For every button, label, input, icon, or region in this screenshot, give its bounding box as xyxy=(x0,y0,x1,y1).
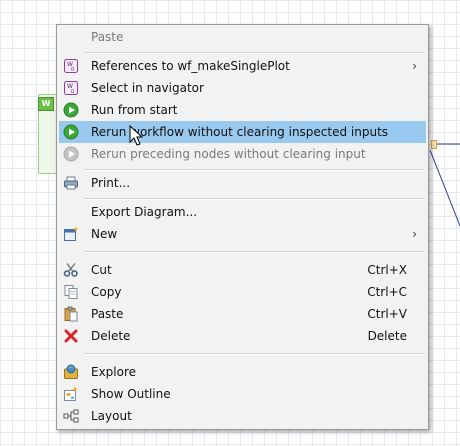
menu-item-label: Run from start xyxy=(91,103,178,117)
menu-separator xyxy=(85,198,424,200)
menu-separator xyxy=(85,251,424,253)
shortcut-label: Delete xyxy=(367,329,407,343)
menu-item-rerun-workflow[interactable]: Rerun workflow without clearing inspecte… xyxy=(59,121,426,143)
submenu-arrow-icon: › xyxy=(412,227,417,241)
menu-item-label: Cut xyxy=(91,263,112,277)
menu-item-copy[interactable]: Copy Ctrl+C xyxy=(59,281,426,303)
play-icon xyxy=(63,102,79,118)
scissors-icon xyxy=(63,263,78,277)
layout-icon xyxy=(63,409,79,423)
delete-x-icon xyxy=(64,329,78,343)
menu-item-run-from-start[interactable]: Run from start xyxy=(59,99,426,121)
svg-text:0: 0 xyxy=(71,89,74,95)
menu-item-label: References to wf_makeSinglePlot xyxy=(91,59,290,73)
menu-item-paste-top[interactable]: Paste xyxy=(59,26,426,48)
shortcut-label: Ctrl+V xyxy=(367,307,407,321)
shortcut-label: Ctrl+X xyxy=(367,263,407,277)
menu-item-new[interactable]: New › xyxy=(59,223,426,245)
menu-item-cut[interactable]: Cut Ctrl+X xyxy=(59,259,426,281)
explore-icon xyxy=(64,364,78,379)
new-element-icon xyxy=(64,226,79,241)
printer-icon xyxy=(64,176,78,190)
menu-item-paste[interactable]: Paste Ctrl+V xyxy=(59,303,426,325)
menu-item-label: Print... xyxy=(91,176,131,190)
menu-item-print[interactable]: Print... xyxy=(59,172,426,194)
clipboard-icon xyxy=(64,306,78,322)
menu-item-label: New xyxy=(91,227,118,241)
submenu-arrow-icon: › xyxy=(412,59,417,73)
menu-item-label: Show Outline xyxy=(91,387,171,401)
play-disabled-icon xyxy=(63,146,79,162)
menu-item-explore[interactable]: Explore xyxy=(59,361,426,383)
menu-item-export-diagram[interactable]: Export Diagram... xyxy=(59,201,426,223)
menu-item-label: Export Diagram... xyxy=(91,205,198,219)
menu-item-layout[interactable]: Layout xyxy=(59,405,426,427)
node-output-port[interactable] xyxy=(431,140,437,149)
menu-item-label: Layout xyxy=(91,409,132,423)
menu-item-label: Explore xyxy=(91,365,137,379)
menu-item-delete[interactable]: Delete Delete xyxy=(59,325,426,347)
menu-separator xyxy=(85,52,424,54)
workflow-reference-icon: W 0 xyxy=(64,81,78,95)
workflow-node-icon: W xyxy=(38,97,54,111)
menu-separator xyxy=(85,169,424,171)
menu-item-label: Select in navigator xyxy=(91,81,204,95)
workflow-reference-icon: W 0 xyxy=(64,59,78,73)
menu-item-label: Delete xyxy=(91,329,131,343)
context-menu: Paste W 0 References to wf_makeSinglePlo… xyxy=(56,24,429,430)
menu-separator xyxy=(85,353,424,355)
copy-icon xyxy=(64,285,78,299)
menu-item-label: Paste xyxy=(91,30,124,44)
menu-item-show-outline[interactable]: Show Outline xyxy=(59,383,426,405)
outline-icon xyxy=(64,386,78,401)
menu-item-references[interactable]: W 0 References to wf_makeSinglePlot › xyxy=(59,55,426,77)
menu-item-rerun-preceding-nodes[interactable]: Rerun preceding nodes without clearing i… xyxy=(59,143,426,165)
svg-text:0: 0 xyxy=(71,67,74,73)
menu-item-label: Paste xyxy=(91,307,124,321)
menu-item-select-in-navigator[interactable]: W 0 Select in navigator xyxy=(59,77,426,99)
mouse-cursor-icon xyxy=(129,125,144,146)
play-icon xyxy=(63,124,79,140)
shortcut-label: Ctrl+C xyxy=(367,285,407,299)
menu-item-label: Copy xyxy=(91,285,122,299)
